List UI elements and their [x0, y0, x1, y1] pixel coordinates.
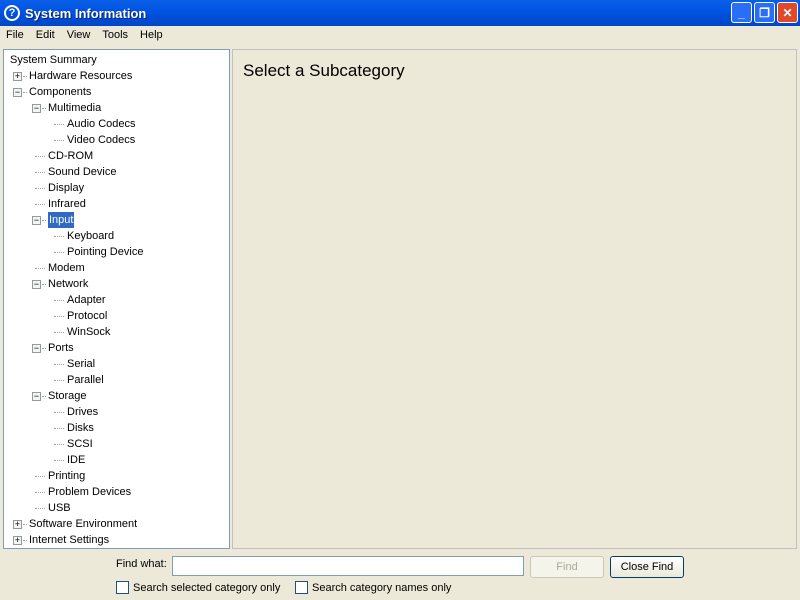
tree-connector: [54, 412, 64, 413]
tree-item[interactable]: Adapter: [67, 292, 106, 308]
tree-connector: [54, 444, 64, 445]
tree-connector: [35, 476, 45, 477]
tree-item[interactable]: SCSI: [67, 436, 93, 452]
tree-connector: [35, 156, 45, 157]
checkbox-box[interactable]: [116, 581, 129, 594]
collapse-icon[interactable]: −: [13, 88, 22, 97]
menu-view[interactable]: View: [61, 29, 97, 41]
tree-item[interactable]: Problem Devices: [48, 484, 131, 500]
tree-item[interactable]: Sound Device: [48, 164, 117, 180]
tree-connector: [54, 316, 64, 317]
tree-item[interactable]: Network: [48, 276, 88, 292]
find-button[interactable]: Find: [530, 556, 604, 578]
tree-item[interactable]: Hardware Resources: [29, 68, 132, 84]
tree-item[interactable]: Infrared: [48, 196, 86, 212]
close-button[interactable]: ✕: [777, 2, 798, 23]
tree-item[interactable]: WinSock: [67, 324, 110, 340]
pane-heading: Select a Subcategory: [243, 61, 405, 80]
tree-item[interactable]: Drives: [67, 404, 98, 420]
tree-item[interactable]: Video Codecs: [67, 132, 135, 148]
tree-item[interactable]: Parallel: [67, 372, 104, 388]
tree-connector: [54, 332, 64, 333]
tree-item[interactable]: Multimedia: [48, 100, 101, 116]
collapse-icon[interactable]: −: [32, 344, 41, 353]
expand-icon[interactable]: +: [13, 72, 22, 81]
title-bar: ? System Information _ ❐ ✕: [0, 0, 800, 26]
tree-item[interactable]: CD-ROM: [48, 148, 93, 164]
tree-item[interactable]: Keyboard: [67, 228, 114, 244]
search-selected-checkbox[interactable]: Search selected category only: [116, 581, 280, 594]
collapse-icon[interactable]: −: [32, 280, 41, 289]
search-names-checkbox[interactable]: Search category names only: [295, 581, 451, 594]
tree-connector: [54, 140, 64, 141]
menu-bar: File Edit View Tools Help: [0, 26, 800, 44]
tree-item[interactable]: Printing: [48, 468, 85, 484]
tree-connector: [23, 524, 27, 525]
tree-connector: [35, 172, 45, 173]
tree-connector: [35, 204, 45, 205]
tree-item[interactable]: Software Environment: [29, 516, 137, 532]
tree-connector: [54, 460, 64, 461]
tree-connector: [42, 108, 46, 109]
tree-connector: [42, 396, 46, 397]
tree-connector: [35, 508, 45, 509]
tree-connector: [35, 492, 45, 493]
tree-connector: [54, 380, 64, 381]
tree-connector: [54, 428, 64, 429]
collapse-icon[interactable]: −: [32, 104, 41, 113]
expand-icon[interactable]: +: [13, 536, 22, 545]
tree-item[interactable]: Storage: [48, 388, 87, 404]
tree-connector: [54, 364, 64, 365]
tree-connector: [54, 300, 64, 301]
tree-connector: [42, 220, 46, 221]
help-icon: ?: [4, 5, 20, 21]
tree-item[interactable]: Audio Codecs: [67, 116, 136, 132]
menu-help[interactable]: Help: [134, 29, 169, 41]
tree-item[interactable]: Components: [29, 84, 91, 100]
tree-item[interactable]: Pointing Device: [67, 244, 143, 260]
restore-button[interactable]: ❐: [754, 2, 775, 23]
checkbox-label: Search category names only: [312, 581, 452, 594]
expand-icon[interactable]: +: [13, 520, 22, 529]
tree-item[interactable]: System Summary: [10, 52, 97, 68]
tree-item[interactable]: Protocol: [67, 308, 107, 324]
tree-item[interactable]: Internet Settings: [29, 532, 109, 548]
checkbox-label: Search selected category only: [133, 581, 281, 594]
tree-connector: [42, 284, 46, 285]
details-pane: Select a Subcategory: [232, 49, 797, 549]
tree-connector: [42, 348, 46, 349]
menu-file[interactable]: File: [0, 29, 30, 41]
tree-item[interactable]: Serial: [67, 356, 95, 372]
tree-connector: [23, 92, 27, 93]
tree-item[interactable]: Modem: [48, 260, 85, 276]
menu-edit[interactable]: Edit: [30, 29, 61, 41]
tree-item[interactable]: USB: [48, 500, 71, 516]
category-tree[interactable]: System Summary + Hardware Resources − Compon…: [3, 49, 230, 549]
tree-item[interactable]: Input: [48, 212, 75, 228]
tree-item[interactable]: Ports: [48, 340, 74, 356]
menu-tools[interactable]: Tools: [96, 29, 134, 41]
checkbox-box[interactable]: [295, 581, 308, 594]
tree-connector: [54, 252, 64, 253]
find-input[interactable]: [172, 556, 524, 576]
tree-item[interactable]: IDE: [67, 452, 85, 468]
tree-connector: [54, 124, 64, 125]
collapse-icon[interactable]: −: [32, 392, 41, 401]
minimize-button[interactable]: _: [731, 2, 752, 23]
window-title: System Information: [25, 5, 147, 21]
tree-connector: [54, 236, 64, 237]
tree-item[interactable]: Disks: [67, 420, 94, 436]
tree-item[interactable]: Display: [48, 180, 84, 196]
collapse-icon[interactable]: −: [32, 216, 41, 225]
find-label: Find what:: [116, 558, 167, 570]
tree-connector: [23, 76, 27, 77]
close-find-button[interactable]: Close Find: [610, 556, 684, 578]
tree-connector: [23, 540, 27, 541]
tree-connector: [35, 268, 45, 269]
tree-connector: [35, 188, 45, 189]
